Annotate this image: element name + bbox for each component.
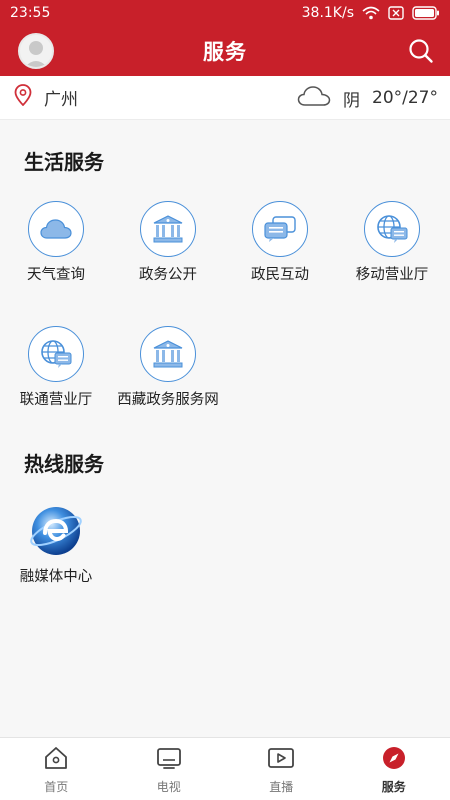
search-icon[interactable] xyxy=(408,38,434,64)
page-title: 服务 xyxy=(203,40,247,64)
network-speed: 38.1K/s xyxy=(301,5,354,21)
tab-tv[interactable]: 电视 xyxy=(113,738,226,800)
status-right: 38.1K/s xyxy=(302,5,440,21)
service-label: 政民互动 xyxy=(251,267,309,283)
government-building-icon xyxy=(140,201,196,257)
service-tibet-gov-portal[interactable]: 西藏政务服务网 xyxy=(112,326,224,409)
tab-label: 首页 xyxy=(44,780,69,794)
section-title-hotline: 热线服务 xyxy=(24,452,104,476)
tv-icon xyxy=(156,746,182,774)
service-citizen-interaction[interactable]: 政民互动 xyxy=(224,201,336,284)
location-city[interactable]: 广州 xyxy=(44,85,78,110)
service-label: 天气查询 xyxy=(27,267,85,283)
service-gov-public[interactable]: 政务公开 xyxy=(112,201,224,284)
globe-chat-icon xyxy=(28,326,84,382)
service-media-center[interactable]: 融媒体中心 xyxy=(0,503,112,586)
section-title-life: 生活服务 xyxy=(24,150,104,174)
compass-icon xyxy=(382,746,406,774)
service-label: 融媒体中心 xyxy=(19,569,93,585)
weather-info[interactable]: 阴 20°/27° xyxy=(297,76,438,120)
weather-condition: 阴 xyxy=(343,90,360,111)
service-label: 西藏政务服务网 xyxy=(117,392,219,408)
wifi-icon xyxy=(362,6,380,20)
home-icon xyxy=(43,746,69,774)
chat-bubbles-icon xyxy=(252,201,308,257)
service-label: 移动营业厅 xyxy=(355,267,429,283)
tab-label: 电视 xyxy=(156,780,181,794)
service-label: 政务公开 xyxy=(139,267,197,283)
cloud-icon xyxy=(28,201,84,257)
tab-home[interactable]: 首页 xyxy=(0,738,113,800)
tab-services[interactable]: 服务 xyxy=(338,738,450,800)
globe-chat-icon xyxy=(364,201,420,257)
location-pin-icon[interactable] xyxy=(14,84,32,111)
browser-e-icon xyxy=(28,503,84,559)
status-time: 23:55 xyxy=(10,5,51,21)
tab-label: 服务 xyxy=(381,780,406,794)
live-video-icon xyxy=(267,746,295,774)
user-avatar-icon xyxy=(24,41,48,67)
government-building-icon xyxy=(140,326,196,382)
tab-label: 直播 xyxy=(269,780,294,794)
app-header: 服务 xyxy=(0,26,450,76)
service-unicom-hall[interactable]: 联通营业厅 xyxy=(0,326,112,409)
avatar[interactable] xyxy=(18,33,54,69)
battery-icon xyxy=(412,6,440,20)
service-weather-query[interactable]: 天气查询 xyxy=(0,201,112,284)
bottom-tab-bar: 首页 电视 直播 服务 xyxy=(0,737,450,800)
service-mobile-hall[interactable]: 移动营业厅 xyxy=(336,201,448,284)
location-bar: 广州 阴 20°/27° xyxy=(0,76,450,120)
tab-live[interactable]: 直播 xyxy=(225,738,338,800)
sim-off-icon xyxy=(388,6,404,20)
status-bar: 23:55 38.1K/s xyxy=(0,0,450,26)
service-label: 联通营业厅 xyxy=(19,392,93,408)
weather-temp: 20°/27° xyxy=(372,88,438,108)
cloud-icon xyxy=(297,85,331,112)
